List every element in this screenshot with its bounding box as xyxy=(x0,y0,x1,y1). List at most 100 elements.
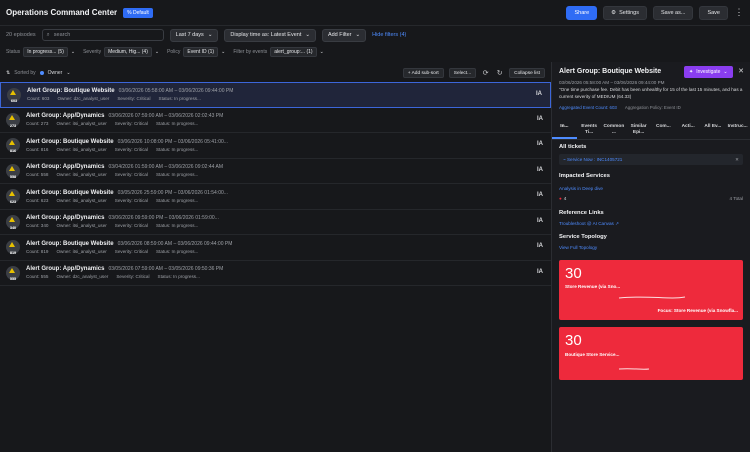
search-input[interactable]: ⌕ search xyxy=(41,29,164,41)
policy-filter-label: Policy xyxy=(167,49,181,55)
assignee-initials[interactable]: IA xyxy=(537,141,543,147)
hide-filters-link[interactable]: Hide filters (4) xyxy=(372,32,406,38)
policy-filter[interactable]: Policy Event ID (1) ⌄ xyxy=(167,47,225,57)
save-as-button[interactable]: Save as... xyxy=(652,5,694,20)
kpi-value: 30 xyxy=(565,332,582,349)
refresh-icon[interactable]: ⟳ xyxy=(481,69,490,78)
select-button[interactable]: Select... xyxy=(448,68,477,78)
episode-dates: 03/04/2026 01:59:00 AM – 03/06/2026 09:0… xyxy=(108,164,224,171)
episode-line-2: Count: 558 Owner: itsi_analyst_user Severi… xyxy=(26,172,545,177)
severity-filter[interactable]: Severity Medium, Hig... (4) ⌄ xyxy=(83,47,159,57)
troubleshoot-link[interactable]: Troubleshoot @ AI Canvas ↗ xyxy=(559,221,619,227)
collapse-list-button[interactable]: Collapse list xyxy=(509,68,545,78)
save-button[interactable]: Save xyxy=(699,5,728,20)
severity-filter-value: Medium, Hig... (4) xyxy=(104,47,152,57)
close-icon[interactable]: ✕ xyxy=(735,157,739,163)
chevron-down-icon: ⌄ xyxy=(723,69,728,75)
episode-count: Count: 558 xyxy=(26,172,49,178)
episode-row[interactable]: 816 Alert Group: Boutique Website 03/06/20… xyxy=(0,133,551,159)
panel-tab[interactable]: Instruc... xyxy=(725,120,750,139)
episode-row[interactable]: 558 Alert Group: App/Dynamics 03/04/2026 0… xyxy=(0,159,551,184)
add-sub-sort-button[interactable]: + Add sub-sort xyxy=(402,68,444,78)
display-time-value: Display time as: Latest Event xyxy=(230,32,302,38)
episode-dates: 03/06/2026 05:58:00 AM – 03/06/2026 09:4… xyxy=(118,88,234,95)
episode-line-1: Alert Group: App/Dynamics 03/06/2026 09:5… xyxy=(26,215,545,221)
episode-line-1: Alert Group: Boutique Website 03/06/2026 … xyxy=(27,88,544,94)
warning-icon xyxy=(10,89,16,95)
ticket-link[interactable]: ~ Service Now : INC1405721 xyxy=(563,157,622,162)
episode-line-2: Count: 816 Owner: itsi_analyst_user Severi… xyxy=(26,147,545,152)
chevron-down-icon: ⌄ xyxy=(66,70,71,76)
assignee-initials[interactable]: IA xyxy=(537,167,543,173)
assignee-initials[interactable]: IA xyxy=(536,91,542,97)
episode-line-2: Count: 340 Owner: itsi_analyst_user Severi… xyxy=(26,223,545,228)
event-count-link[interactable]: Aggregated Event Count: 603 xyxy=(559,105,617,110)
severity-filter-label: Severity xyxy=(83,49,102,55)
severity-avatar: 623 xyxy=(6,189,20,204)
episode-count: Count: 603 xyxy=(27,96,50,102)
severity-avatar: 340 xyxy=(6,214,20,230)
kpi-focus-label: Focus: Store Revenue (via Snowfla... xyxy=(657,308,738,313)
panel-tab[interactable]: Events Ti... xyxy=(577,120,602,139)
add-filter-button[interactable]: Add Filter ⌄ xyxy=(321,28,367,42)
panel-tab[interactable]: Common ... xyxy=(602,120,627,139)
share-button[interactable]: Share xyxy=(566,5,598,20)
investigate-button[interactable]: ✦ Investigate ⌄ xyxy=(684,66,733,78)
severity-avatar: 555 xyxy=(6,265,20,281)
episode-severity: Severity: Critical xyxy=(114,197,148,203)
panel-tab[interactable]: All Ev... xyxy=(701,120,726,139)
warning-icon xyxy=(9,242,15,248)
episode-owner: Owner: itsi_analyst_user xyxy=(56,197,107,203)
episode-name: Alert Group: App/Dynamics xyxy=(26,164,105,171)
settings-button[interactable]: ⚙ Settings xyxy=(603,5,647,20)
assignee-initials[interactable]: IA xyxy=(537,192,543,198)
service-dots-icon: ● xyxy=(559,196,562,201)
assignee-initials[interactable]: IA xyxy=(537,116,543,122)
episode-status: Status: In progress... xyxy=(155,223,199,229)
service-kpi-card[interactable]: 30 Store Revenue (via Sno... Focus: Stor… xyxy=(559,260,743,320)
episode-count: Count: 340 xyxy=(26,223,49,229)
episode-row[interactable]: 623 Alert Group: Boutique Website 03/05/20… xyxy=(0,184,551,210)
episode-row[interactable]: 555 Alert Group: App/Dynamics 03/05/2026 0… xyxy=(0,261,551,286)
episode-row[interactable]: 340 Alert Group: App/Dynamics 03/06/2026 0… xyxy=(0,210,551,235)
warning-icon xyxy=(9,216,15,222)
episode-status: Status: In progress... xyxy=(157,274,200,280)
default-badge[interactable]: % Default xyxy=(123,7,153,18)
panel-meta: Aggregated Event Count: 603 Aggregation … xyxy=(559,105,681,110)
time-range-select[interactable]: Last 7 days ⌄ xyxy=(169,28,219,42)
assignee-initials[interactable]: IA xyxy=(537,269,543,275)
display-time-select[interactable]: Display time as: Latest Event ⌄ xyxy=(224,28,316,42)
deep-dive-link[interactable]: Analysis in Deep dive xyxy=(559,186,603,191)
episode-line-2: Count: 819 Owner: itsi_analyst_user Severi… xyxy=(26,249,545,254)
assignee-initials[interactable]: IA xyxy=(537,243,543,249)
all-tickets-heading: All tickets xyxy=(559,144,587,150)
ticket-item[interactable]: ~ Service Now : INC1405721 ✕ xyxy=(559,154,743,165)
panel-tab[interactable]: Acti... xyxy=(676,120,701,139)
service-kpi-card[interactable]: 30 Boutique Store Service... xyxy=(559,327,743,380)
sort-owner-select[interactable]: Owner xyxy=(48,70,63,76)
episode-row[interactable]: 819 Alert Group: Boutique Website 03/06/20… xyxy=(0,235,551,261)
panel-tab[interactable]: In... xyxy=(552,120,577,139)
chevron-down-icon: ⌄ xyxy=(319,49,324,55)
status-filter[interactable]: Status In progress... (5) ⌄ xyxy=(6,47,75,57)
assignee-initials[interactable]: IA xyxy=(537,218,543,224)
panel-title: Alert Group: Boutique Website xyxy=(559,68,662,75)
episode-status: Status: In progress... xyxy=(155,121,199,127)
episode-row[interactable]: 273 Alert Group: App/Dynamics 03/06/2026 0… xyxy=(0,108,551,133)
more-options-icon[interactable]: ⋮ xyxy=(734,8,744,17)
episode-list: 603 Alert Group: Boutique Website 03/06/20… xyxy=(0,82,551,286)
episode-owner: Owner: itsi_analyst_user xyxy=(56,146,107,152)
episode-row[interactable]: 603 Alert Group: Boutique Website 03/06/20… xyxy=(0,82,551,108)
close-icon[interactable]: ✕ xyxy=(738,67,744,75)
panel-tab[interactable]: Com... xyxy=(651,120,676,139)
episode-detail-panel: Alert Group: Boutique Website ✦ Investig… xyxy=(552,62,750,452)
chevron-down-icon: ⌄ xyxy=(355,32,361,38)
search-placeholder: search xyxy=(53,32,71,38)
episode-owner: Owner: itsi_analyst_user xyxy=(56,223,107,229)
top-actions: Share ⚙ Settings Save as... Save ⋮ xyxy=(566,5,744,20)
panel-tab[interactable]: Similar Epi... xyxy=(626,120,651,139)
events-filter[interactable]: Filter by events alert_group:... (1) ⌄ xyxy=(233,47,324,57)
view-topology-link[interactable]: View Full Topology xyxy=(559,245,597,250)
episode-content: Alert Group: Boutique Website 03/06/2026 … xyxy=(26,139,545,152)
sync-icon[interactable]: ↻ xyxy=(495,69,504,78)
